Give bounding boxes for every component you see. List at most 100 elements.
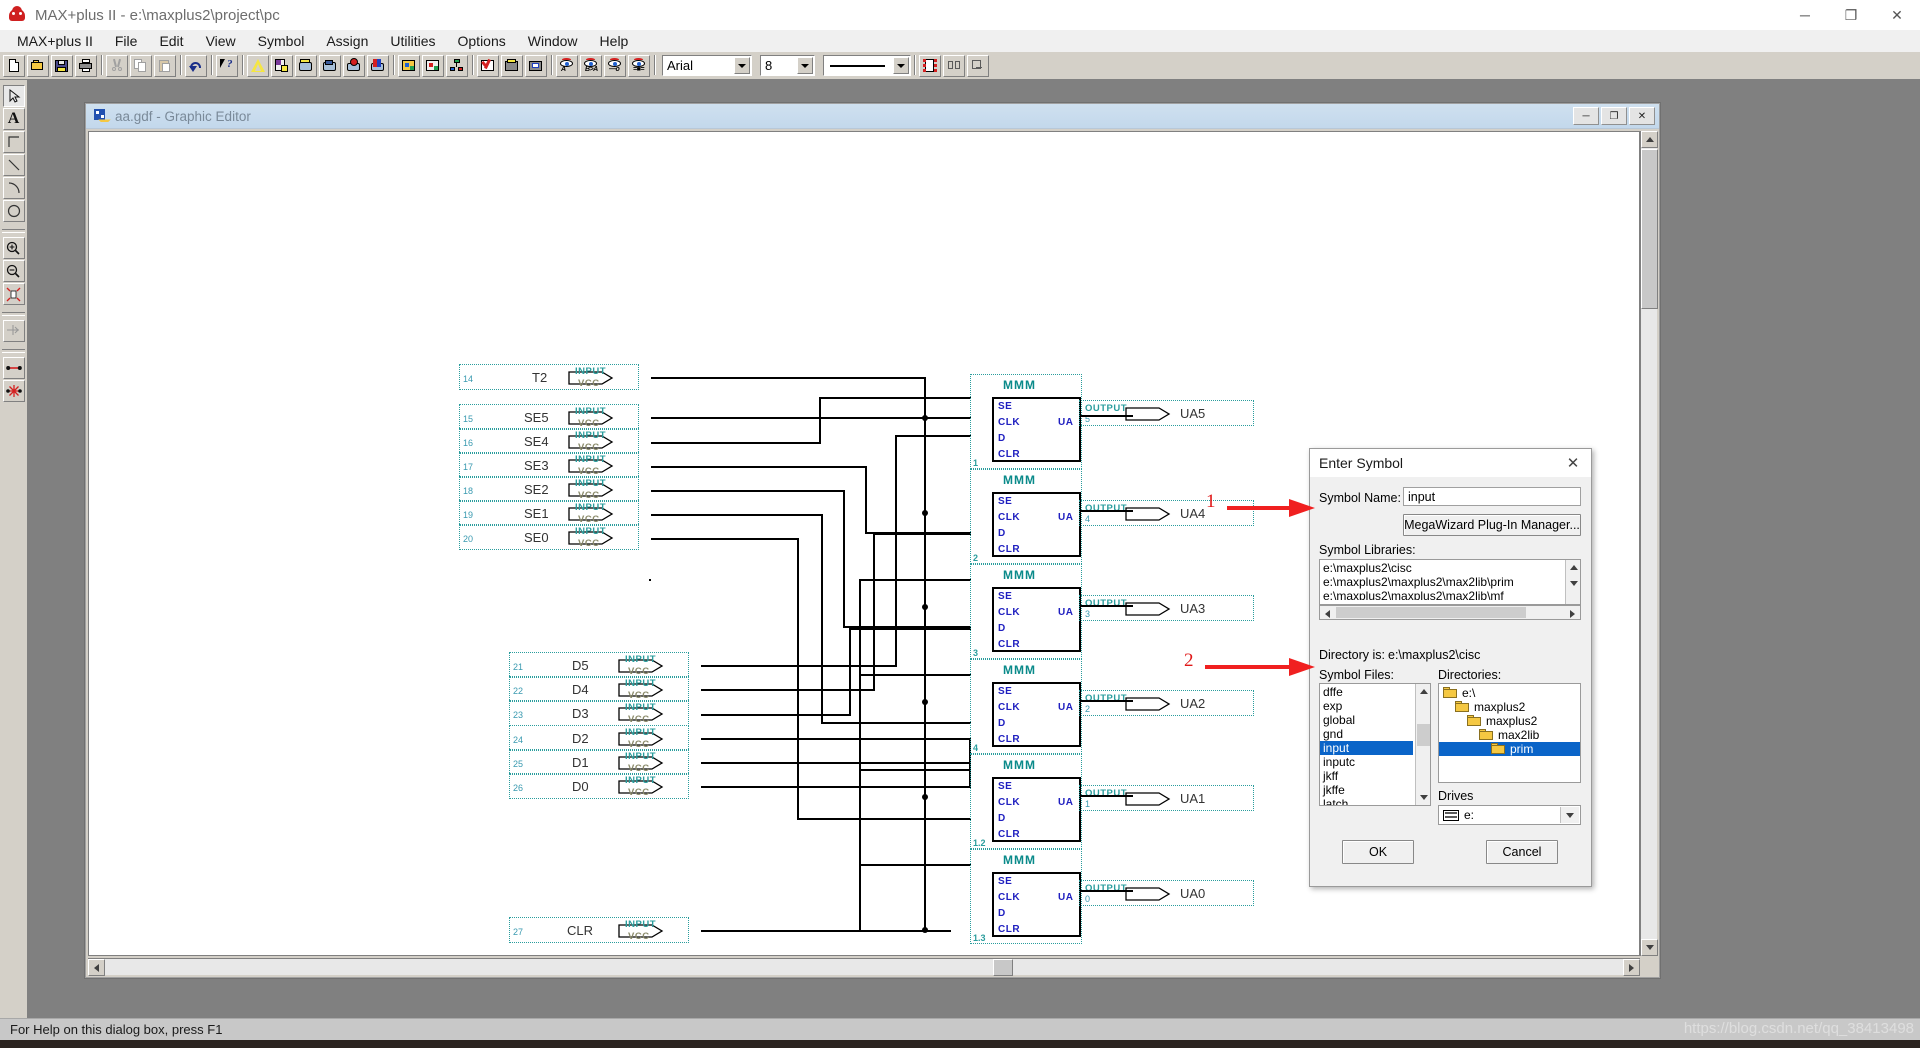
font-family-combo[interactable]: Arial [662,55,752,76]
scroll-up-button[interactable] [1566,560,1580,575]
symbol-files-list[interactable]: dffe exp global gnd input inputc jkff jk… [1319,683,1431,806]
drives-combo[interactable]: e: [1438,805,1581,825]
input-pin-D5[interactable]: 21 D5 INPUT VCC [509,652,689,678]
input-pin-SE2[interactable]: 18 SE2 INPUT VCC [459,476,639,502]
libraries-vertical-scrollbar[interactable] [1565,560,1580,604]
cut-button[interactable] [106,54,128,77]
find-text-button[interactable]: A [556,54,578,77]
scroll-up-button[interactable] [1416,684,1430,699]
undo-button[interactable] [185,54,207,77]
output-pin-UA3[interactable]: OUTPUT 3 UA3 [1079,595,1254,621]
open-hierarchy-top-button[interactable] [398,54,420,77]
symbol-file-item[interactable]: gnd [1320,727,1430,741]
ok-button[interactable]: OK [1342,840,1414,864]
symbol-file-item[interactable]: inputc [1320,755,1430,769]
flipflop-block-2[interactable]: MMM SE CLK D CLR UA 2 [970,469,1082,564]
input-pin-SE1[interactable]: 19 SE1 INPUT VCC [459,500,639,526]
megawizard-button[interactable]: MegaWizard Plug-In Manager... [1403,514,1581,536]
menu-options[interactable]: Options [447,31,517,51]
new-file-button[interactable] [3,54,25,77]
find-node-button[interactable]: —o [604,54,626,77]
menu-window[interactable]: Window [517,31,589,51]
rotate-button[interactable] [967,54,989,77]
waveform-button[interactable] [525,54,547,77]
directory-item-maxplus2[interactable]: maxplus2 [1439,700,1580,714]
menu-assign[interactable]: Assign [315,31,379,51]
node-highlight-tool[interactable] [2,380,25,402]
input-pin-SE5[interactable]: 15 SE5 INPUT VCC [459,404,639,430]
flipflop-block-5[interactable]: MMM SE CLK D CLR UA 1.2 [970,754,1082,849]
output-pin-UA0[interactable]: OUTPUT 0 UA0 [1079,880,1254,906]
fit-in-window-tool[interactable] [2,283,25,305]
input-pin-D2[interactable]: 24 D2 INPUT VCC [509,725,689,751]
input-pin-CLR[interactable]: 27 CLR INPUT VCC [509,917,689,943]
cancel-button[interactable]: Cancel [1486,840,1558,864]
canvas-horizontal-scrollbar[interactable] [88,958,1640,976]
scroll-left-button[interactable] [1320,606,1335,619]
arc-tool[interactable] [2,177,25,199]
symbol-file-item[interactable]: latch [1320,797,1430,805]
input-pin-SE3[interactable]: 17 SE3 INPUT VCC [459,452,639,478]
copy-button[interactable] [130,54,152,77]
menu-help[interactable]: Help [589,31,640,51]
output-pin-UA1[interactable]: OUTPUT 1 UA1 [1079,785,1254,811]
font-size-combo[interactable]: 8 [760,55,815,76]
vertical-scroll-thumb[interactable] [1641,149,1658,309]
device-button[interactable] [501,54,523,77]
symbol-files-vertical-scrollbar[interactable] [1415,684,1430,805]
chevron-down-icon[interactable] [1560,807,1579,823]
diagonal-line-tool[interactable] [2,154,25,176]
selection-tool[interactable] [2,85,25,107]
circle-tool[interactable] [2,200,25,222]
input-pin-D4[interactable]: 22 D4 INPUT VCC [509,676,689,702]
menu-utilities[interactable]: Utilities [379,31,446,51]
orthogonal-line-tool[interactable] [2,131,25,153]
node-snap-tool[interactable] [2,320,25,342]
timing-analyzer-button[interactable] [367,54,389,77]
symbol-properties-button[interactable] [919,54,941,77]
chevron-down-icon[interactable] [893,57,909,74]
flipflop-block-4[interactable]: MMM SE CLK D CLR UA 4 [970,659,1082,754]
paste-button[interactable] [154,54,176,77]
input-pin-T2[interactable]: 14 T2 INPUT VCC [459,364,639,390]
input-pin-SE4[interactable]: 16 SE4 INPUT VCC [459,428,639,454]
rubberbanding-tool[interactable] [2,357,25,379]
child-restore-button[interactable]: ❐ [1601,107,1627,125]
scroll-left-button[interactable] [88,959,105,976]
directory-item-maxplus2-sub[interactable]: maxplus2 [1439,714,1580,728]
find-next-button[interactable]: B>A [580,54,602,77]
flipflop-block-3[interactable]: MMM SE CLK D CLR UA 3 [970,564,1082,659]
text-tool[interactable]: A [2,108,25,130]
input-pin-D3[interactable]: 23 D3 INPUT VCC [509,700,689,726]
maximize-button[interactable]: ❐ [1828,0,1874,30]
input-pin-D1[interactable]: 25 D1 INPUT VCC [509,749,689,775]
menu-symbol[interactable]: Symbol [247,31,316,51]
context-help-button[interactable]: ? [216,54,238,77]
symbol-file-item[interactable]: jkffe [1320,783,1430,797]
fitter-button[interactable] [343,54,365,77]
design-doctor-button[interactable] [271,54,293,77]
flipflop-block-1[interactable]: MMM SE CLK D CLR UA 1 [970,374,1082,469]
menu-file[interactable]: File [104,31,149,51]
menu-edit[interactable]: Edit [148,31,194,51]
compiler-button[interactable] [247,54,269,77]
flip-horizontal-button[interactable] [943,54,965,77]
scroll-down-button[interactable] [1641,939,1658,956]
zoom-out-tool[interactable] [2,260,25,282]
libraries-horizontal-scrollbar[interactable] [1319,605,1581,620]
library-item[interactable]: e:\maxplus2\cisc [1320,561,1580,575]
zoom-in-tool[interactable] [2,237,25,259]
library-item[interactable]: e:\maxplus2\maxplus2\max2lib\prim [1320,575,1580,589]
horizontal-scroll-thumb[interactable] [993,959,1013,976]
child-minimize-button[interactable]: ─ [1573,107,1599,125]
partitioner-button[interactable] [319,54,341,77]
horizontal-scroll-thumb[interactable] [1336,607,1526,618]
directories-list[interactable]: e:\ maxplus2 maxplus2 max2lib prim [1438,683,1581,783]
close-button[interactable]: ✕ [1874,0,1920,30]
print-button[interactable] [75,54,97,77]
directory-item-prim[interactable]: prim [1439,742,1580,756]
symbol-file-item[interactable]: jkff [1320,769,1430,783]
symbol-file-item[interactable]: dffe [1320,685,1430,699]
chevron-down-icon[interactable] [797,57,813,74]
symbol-file-item[interactable]: exp [1320,699,1430,713]
